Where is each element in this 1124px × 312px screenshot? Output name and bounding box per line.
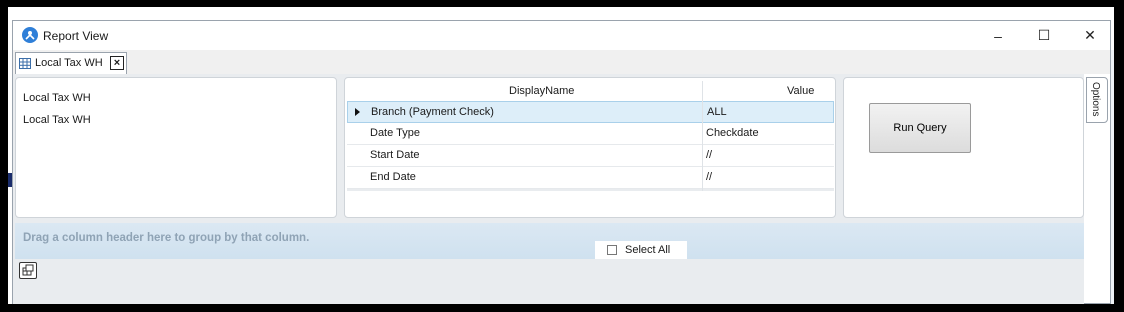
maximize-button[interactable]: ☐: [1021, 21, 1067, 50]
parameter-row[interactable]: Date Type Checkdate: [347, 123, 834, 145]
frame-border: [1114, 0, 1124, 312]
parameter-value[interactable]: ALL: [707, 106, 727, 118]
frame-border: [0, 0, 1124, 7]
column-header-value[interactable]: Value: [787, 85, 814, 97]
minimize-button[interactable]: –: [975, 21, 1021, 50]
options-side-tab[interactable]: Options: [1086, 77, 1108, 123]
parameter-value[interactable]: Checkdate: [706, 127, 759, 139]
grid-icon: [19, 58, 31, 69]
column-separator: [702, 81, 703, 191]
parameter-name: Branch (Payment Check): [371, 106, 494, 118]
close-window-button[interactable]: ✕: [1067, 21, 1113, 50]
grid-header: DisplayName Value: [347, 81, 834, 102]
parameter-name: Date Type: [370, 127, 420, 139]
group-by-panel[interactable]: Drag a column header here to group by th…: [15, 223, 1084, 259]
run-query-button[interactable]: Run Query: [869, 103, 971, 153]
parameter-row[interactable]: Branch (Payment Check) ALL: [347, 101, 834, 123]
report-view-window: Report View – ☐ ✕ Local Tax WH × Local T…: [12, 20, 1111, 305]
report-list-item[interactable]: Local Tax WH: [23, 92, 91, 104]
parameter-value[interactable]: //: [706, 149, 712, 161]
report-list-panel: Local Tax WH Local Tax WH: [15, 77, 337, 218]
report-content: Local Tax WH Local Tax WH DisplayName Va…: [13, 74, 1084, 305]
select-all-checkbox[interactable]: [607, 245, 617, 255]
parameters-panel: DisplayName Value Branch (Payment Check)…: [344, 77, 836, 218]
run-panel: Run Query: [843, 77, 1084, 218]
tab-label: Local Tax WH: [35, 57, 103, 69]
column-chooser-icon: [22, 264, 34, 276]
column-chooser-button[interactable]: [19, 262, 37, 279]
select-all-control[interactable]: Select All: [595, 241, 687, 259]
parameter-row[interactable]: Start Date //: [347, 145, 834, 167]
column-header-displayname[interactable]: DisplayName: [509, 85, 574, 97]
frame-border: [0, 304, 1124, 312]
parameter-value[interactable]: //: [706, 171, 712, 183]
options-label: Options: [1090, 82, 1101, 117]
title-bar: Report View – ☐ ✕: [13, 21, 1110, 50]
frame-border: [0, 0, 8, 312]
document-tab-strip: Local Tax WH ×: [13, 50, 1110, 74]
report-list-item[interactable]: Local Tax WH: [23, 114, 91, 126]
parameter-name: End Date: [370, 171, 416, 183]
parameter-row[interactable]: End Date //: [347, 167, 834, 189]
group-by-hint: Drag a column header here to group by th…: [23, 232, 310, 244]
tab-local-tax-wh[interactable]: Local Tax WH ×: [15, 52, 127, 74]
window-title: Report View: [43, 29, 109, 43]
app-logo-icon: [22, 27, 38, 43]
row-indicator-icon: [355, 108, 360, 116]
tab-close-button[interactable]: ×: [110, 56, 124, 70]
parameters-grid: DisplayName Value Branch (Payment Check)…: [347, 81, 834, 191]
select-all-label: Select All: [625, 244, 671, 256]
parameter-name: Start Date: [370, 149, 420, 161]
results-grid: [15, 259, 1084, 305]
